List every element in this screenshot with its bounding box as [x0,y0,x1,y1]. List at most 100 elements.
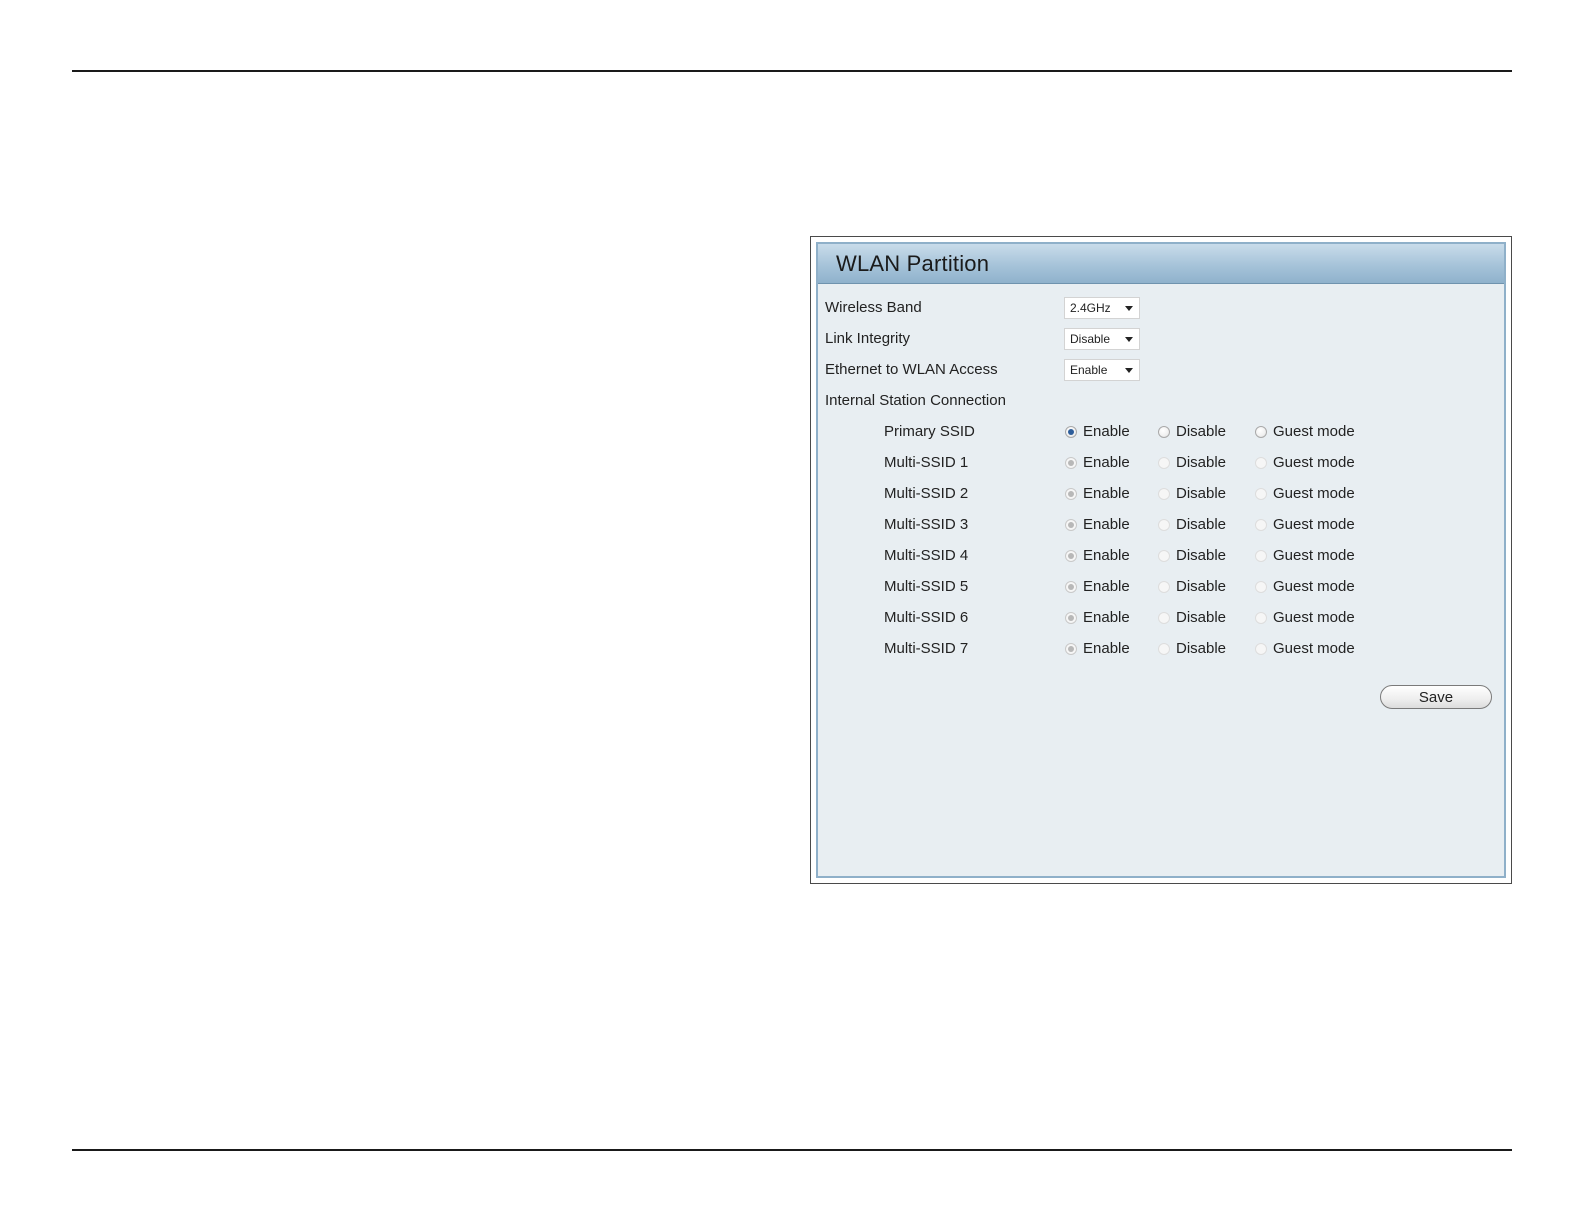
enable-label: Enable [1083,454,1130,471]
ssid-row-multi-7: Multi-SSID 7 Enable Disable Guest mode [818,637,1504,663]
wireless-band-select[interactable]: 2.4GHz [1064,297,1140,319]
guest-mode-label: Guest mode [1273,454,1355,471]
radio-icon [1158,549,1170,562]
ethernet-wlan-access-label: Ethernet to WLAN Access [825,361,998,378]
disable-label: Disable [1176,609,1227,626]
radio-checked-icon [1065,487,1077,500]
guest-mode-radio-option: Guest mode [1255,578,1355,595]
wlan-partition-panel: WLAN Partition Wireless Band 2.4GHz Link… [816,242,1506,878]
disable-radio-option: Disable [1158,609,1226,626]
disable-label: Disable [1176,485,1227,502]
enable-radio-option: Enable [1065,578,1130,595]
radio-icon [1255,518,1267,531]
ssid-row-multi-3: Multi-SSID 3 Enable Disable Guest mode [818,513,1504,539]
guest-mode-label: Guest mode [1273,578,1355,595]
ssid-name: Multi-SSID 5 [884,578,969,595]
wireless-band-value: 2.4GHz [1070,301,1111,315]
ssid-name: Primary SSID [884,423,975,440]
radio-icon [1255,642,1267,655]
enable-label: Enable [1083,485,1130,502]
enable-radio-option: Enable [1065,454,1130,471]
disable-radio-option: Disable [1158,640,1226,657]
radio-icon [1158,611,1170,624]
radio-icon [1255,456,1267,469]
disable-radio-option[interactable]: Disable [1158,423,1226,440]
ssid-name: Multi-SSID 6 [884,609,969,626]
guest-mode-radio-option: Guest mode [1255,609,1355,626]
page-bottom-rule [72,1149,1512,1151]
chevron-down-icon [1125,306,1133,311]
ethernet-wlan-access-select[interactable]: Enable [1064,359,1140,381]
guest-mode-radio-option: Guest mode [1255,547,1355,564]
link-integrity-value: Disable [1070,332,1111,346]
radio-icon [1255,580,1267,593]
ssid-row-multi-6: Multi-SSID 6 Enable Disable Guest mode [818,606,1504,632]
ssid-row-multi-5: Multi-SSID 5 Enable Disable Guest mode [818,575,1504,601]
disable-radio-option: Disable [1158,485,1226,502]
ssid-row-multi-4: Multi-SSID 4 Enable Disable Guest mode [818,544,1504,570]
radio-icon [1158,456,1170,469]
enable-label: Enable [1083,547,1130,564]
link-integrity-row: Link Integrity Disable [818,327,1504,353]
ssid-row-multi-1: Multi-SSID 1 Enable Disable Guest mode [818,451,1504,477]
enable-label: Enable [1083,578,1130,595]
guest-mode-label: Guest mode [1273,609,1355,626]
chevron-down-icon [1125,337,1133,342]
guest-mode-radio-option: Guest mode [1255,485,1355,502]
guest-mode-label: Guest mode [1273,547,1355,564]
link-integrity-label: Link Integrity [825,330,911,347]
radio-icon [1255,549,1267,562]
radio-checked-icon [1065,456,1077,469]
disable-label: Disable [1176,547,1227,564]
ssid-name: Multi-SSID 1 [884,454,969,471]
save-button[interactable]: Save [1380,685,1492,709]
wlan-partition-frame: WLAN Partition Wireless Band 2.4GHz Link… [810,236,1512,884]
radio-checked-icon[interactable] [1065,425,1077,438]
ssid-name: Multi-SSID 3 [884,516,969,533]
ssid-row-primary: Primary SSID Enable Disable Guest mode [818,420,1504,446]
radio-icon [1158,487,1170,500]
radio-checked-icon [1065,642,1077,655]
enable-label: Enable [1083,609,1130,626]
disable-label: Disable [1176,454,1227,471]
guest-mode-radio-option[interactable]: Guest mode [1255,423,1355,440]
disable-radio-option: Disable [1158,547,1226,564]
enable-label: Enable [1083,640,1130,657]
disable-radio-option: Disable [1158,516,1226,533]
radio-icon [1255,611,1267,624]
disable-radio-option: Disable [1158,454,1226,471]
ssid-name: Multi-SSID 4 [884,547,969,564]
guest-mode-radio-option: Guest mode [1255,640,1355,657]
enable-label: Enable [1083,516,1130,533]
wireless-band-row: Wireless Band 2.4GHz [818,296,1504,322]
disable-label: Disable [1176,640,1227,657]
radio-icon [1158,642,1170,655]
enable-radio-option: Enable [1065,516,1130,533]
radio-checked-icon [1065,549,1077,562]
ethernet-wlan-access-value: Enable [1070,363,1108,377]
enable-radio-option: Enable [1065,485,1130,502]
radio-icon[interactable] [1158,425,1170,438]
wireless-band-label: Wireless Band [825,299,922,316]
radio-checked-icon [1065,580,1077,593]
radio-icon [1158,580,1170,593]
enable-radio-option: Enable [1065,609,1130,626]
guest-mode-radio-option: Guest mode [1255,516,1355,533]
radio-icon[interactable] [1255,425,1267,438]
disable-radio-option: Disable [1158,578,1226,595]
radio-checked-icon [1065,518,1077,531]
guest-mode-label: Guest mode [1273,516,1355,533]
guest-mode-radio-option: Guest mode [1255,454,1355,471]
disable-label: Disable [1176,423,1227,440]
ssid-row-multi-2: Multi-SSID 2 Enable Disable Guest mode [818,482,1504,508]
enable-radio-option[interactable]: Enable [1065,423,1130,440]
guest-mode-label: Guest mode [1273,485,1355,502]
internal-station-connection-label: Internal Station Connection [825,392,1006,409]
radio-checked-icon [1065,611,1077,624]
disable-label: Disable [1176,578,1227,595]
panel-header: WLAN Partition [818,244,1504,284]
link-integrity-select[interactable]: Disable [1064,328,1140,350]
ethernet-wlan-access-row: Ethernet to WLAN Access Enable [818,358,1504,384]
ssid-name: Multi-SSID 7 [884,640,969,657]
guest-mode-label: Guest mode [1273,423,1355,440]
